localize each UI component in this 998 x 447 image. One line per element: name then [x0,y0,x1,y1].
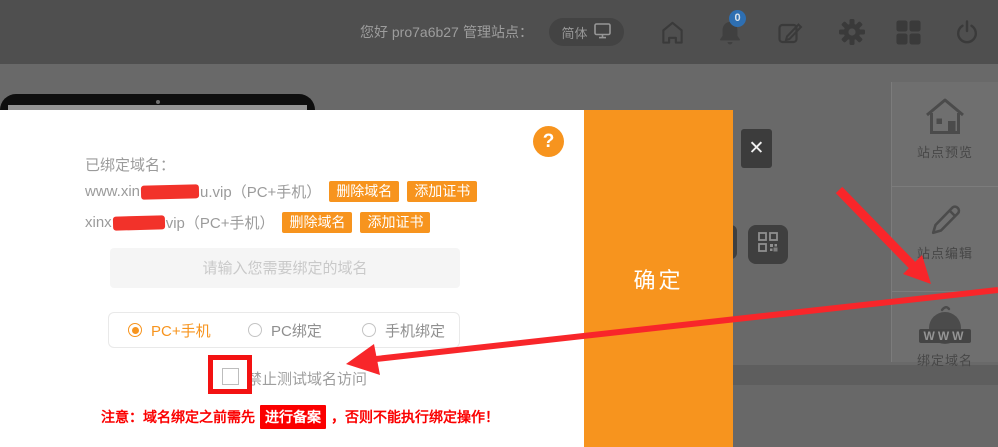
monitor-icon [594,23,612,42]
language-label: 简体 [561,23,587,42]
power-icon[interactable] [953,18,981,46]
page: 您好 pro7a6b27 管理站点： 简体 0 [0,0,998,447]
do-filing-link[interactable]: 进行备案 [260,405,326,429]
pencil-icon [924,199,966,241]
help-icon[interactable]: ? [533,126,564,157]
annotation-highlight-box [208,355,252,394]
domain-input[interactable] [110,248,460,288]
delete-domain-button[interactable]: 删除域名 [329,181,399,202]
domain-text-suffix: vip（PC+手机） [166,212,275,233]
radio-unselected-icon [248,323,262,337]
www-globe-icon: WWW [918,304,972,348]
checkbox-label: 禁止测试域名访问 [247,368,367,389]
sidebar-item-label: 站点预览 [892,142,998,161]
radio-selected-icon [128,323,142,337]
house-icon [922,94,968,140]
manage-site-label: 管理站点： [463,0,533,64]
qr-code-icon [757,231,779,258]
add-certificate-button[interactable]: 添加证书 [407,181,477,202]
dialog-body: ? 已绑定域名： www.xin u.vip（PC+手机） 删除域名 添加证书 x… [0,110,584,447]
confirm-button[interactable]: 确定 [584,110,733,447]
domain-text-suffix: u.vip（PC+手机） [200,181,321,202]
radio-label: PC+手机 [151,320,211,341]
add-certificate-button[interactable]: 添加证书 [360,212,430,233]
language-switch-button[interactable]: 简体 [549,18,624,46]
bind-domain-dialog: ? 已绑定域名： www.xin u.vip（PC+手机） 删除域名 添加证书 x… [0,110,733,447]
bind-mode-group: PC+手机 PC绑定 手机绑定 [108,312,460,348]
sidebar-item-label: 站点编辑 [892,243,998,262]
radio-label: PC绑定 [271,320,322,341]
close-icon[interactable]: ✕ [741,129,772,168]
domain-text-prefix: www.xin [85,183,140,200]
bound-domain-row: xinx vip（PC+手机） 删除域名 添加证书 [85,212,430,233]
sidebar-item-label: 绑定域名 [892,350,998,369]
qr-code-button[interactable] [748,225,788,264]
topbar: 您好 pro7a6b27 管理站点： 简体 0 [0,0,998,64]
tablet-camera-dot [156,100,160,104]
radio-mobile-bind[interactable]: 手机绑定 [362,313,445,347]
home-icon[interactable] [658,18,686,46]
svg-text:WWW: WWW [924,329,967,343]
site-tools-sidebar: 站点预览 站点编辑 WWW 绑定域名 [891,82,998,362]
filing-warning: 注意：域名绑定之前需先 进行备案 ，否则不能执行绑定操作！ [101,405,499,429]
notification-badge: 0 [729,10,746,27]
redaction-scribble [113,215,165,230]
grid-icon[interactable] [894,18,922,46]
radio-label: 手机绑定 [385,320,445,341]
edit-icon[interactable] [776,18,804,46]
radio-pc-bind[interactable]: PC绑定 [248,313,322,347]
radio-pc-and-mobile[interactable]: PC+手机 [128,313,211,347]
redaction-scribble [141,184,199,200]
gear-icon[interactable] [838,18,866,46]
bound-domains-label: 已绑定域名： [85,154,175,175]
sidebar-item-bind-domain[interactable]: WWW 绑定域名 [892,304,998,397]
user-greeting: 您好 pro7a6b27 [360,0,459,64]
bound-domain-row: www.xin u.vip（PC+手机） 删除域名 添加证书 [85,181,477,202]
warning-suffix: ，否则不能执行绑定操作！ [331,407,499,427]
warning-prefix: 注意：域名绑定之前需先 [101,407,255,427]
radio-unselected-icon [362,323,376,337]
domain-text-prefix: xinx [85,214,112,231]
sidebar-item-site-edit[interactable]: 站点编辑 [892,199,998,292]
delete-domain-button[interactable]: 删除域名 [282,212,352,233]
sidebar-item-site-preview[interactable]: 站点预览 [892,94,998,187]
